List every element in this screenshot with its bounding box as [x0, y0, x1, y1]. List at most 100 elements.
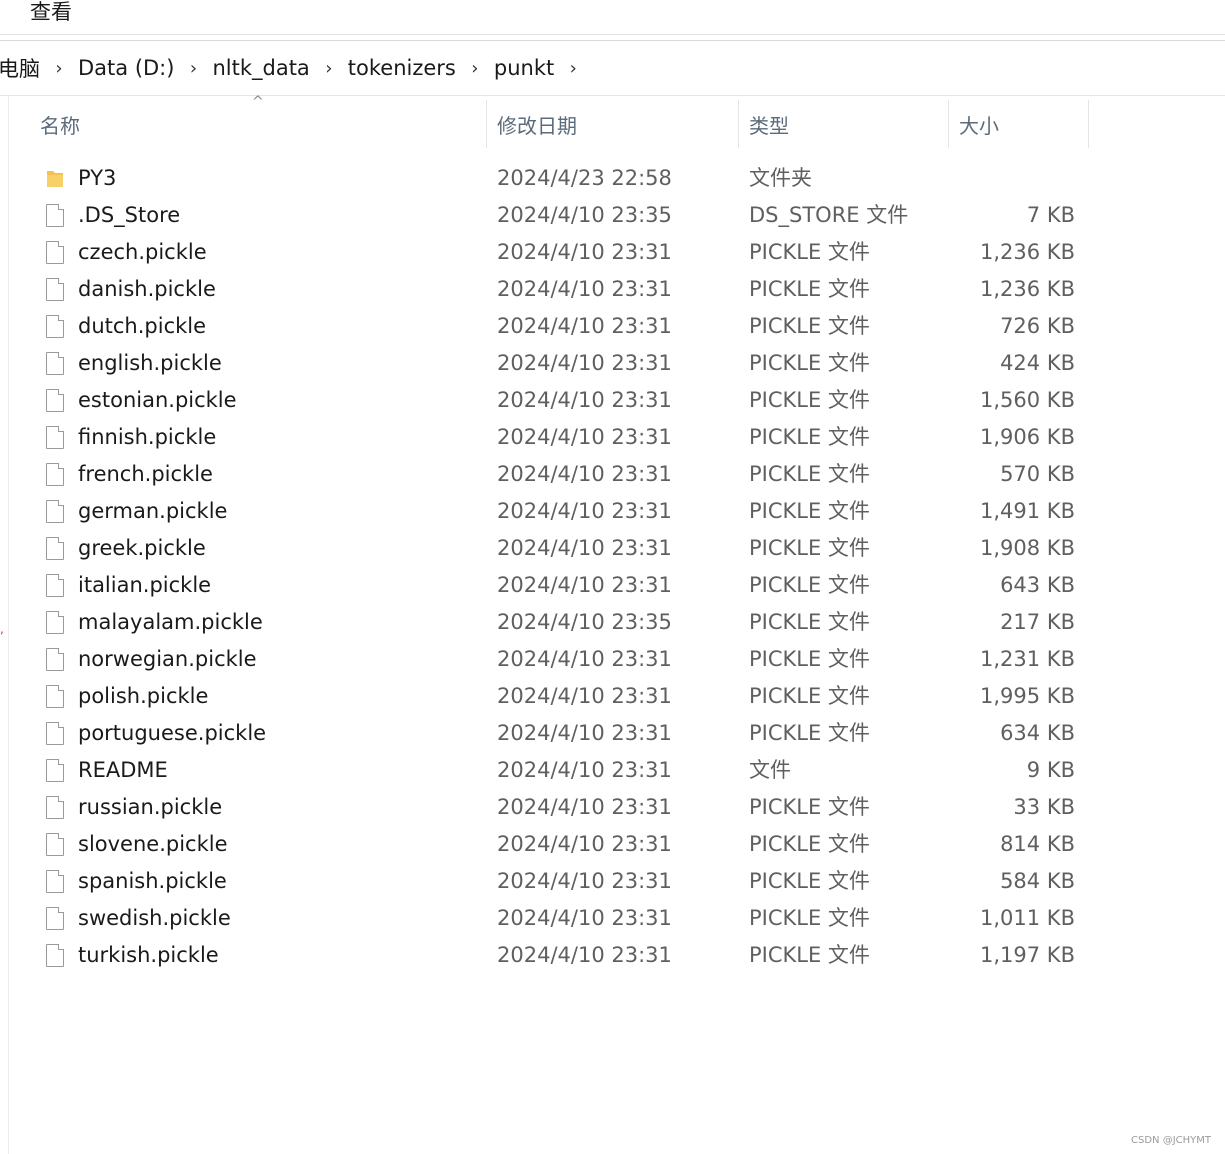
file-row[interactable]: malayalam.pickle 2024/4/10 23:35 PICKLE 文件… — [0, 604, 1090, 641]
breadcrumb-this-pc[interactable]: 电脑 — [0, 53, 44, 83]
file-row[interactable]: norwegian.pickle 2024/4/10 23:31 PICKLE 文件… — [0, 641, 1090, 678]
file-type: PICKLE 文件 — [749, 573, 870, 597]
file-size: 584 KB — [1000, 869, 1075, 893]
column-header-date-label: 修改日期 — [497, 113, 577, 138]
column-header-size-label: 大小 — [959, 113, 999, 138]
column-header-date[interactable]: 修改日期 — [497, 100, 737, 148]
file-row[interactable]: .DS_Store 2024/4/10 23:35 DS_STORE 文件 7 KB — [0, 197, 1090, 234]
file-size: 1,231 KB — [980, 647, 1075, 671]
chevron-right-icon[interactable]: › — [460, 58, 490, 79]
file-modified-date: 2024/4/10 23:31 — [497, 758, 672, 782]
file-row[interactable]: greek.pickle 2024/4/10 23:31 PICKLE 文件 1,90… — [0, 530, 1090, 567]
file-type: PICKLE 文件 — [749, 943, 870, 967]
file-name: turkish.pickle — [78, 943, 219, 967]
file-size: 1,197 KB — [980, 943, 1075, 967]
file-row[interactable]: spanish.pickle 2024/4/10 23:31 PICKLE 文件 58… — [0, 863, 1090, 900]
file-row[interactable]: english.pickle 2024/4/10 23:31 PICKLE 文件 42… — [0, 345, 1090, 382]
column-header-type[interactable]: 类型 — [749, 100, 947, 148]
chevron-right-icon[interactable]: › — [314, 58, 344, 79]
file-icon — [44, 197, 68, 234]
breadcrumb-data-drive[interactable]: Data (D:) — [74, 56, 178, 80]
column-header-size[interactable]: 大小 — [959, 100, 1087, 148]
file-modified-date: 2024/4/23 22:58 — [497, 166, 672, 190]
file-icon — [44, 493, 68, 530]
view-menu[interactable]: 查看 — [30, 0, 72, 26]
file-row[interactable]: polish.pickle 2024/4/10 23:31 PICKLE 文件 1,9… — [0, 678, 1090, 715]
file-size: 1,908 KB — [980, 536, 1075, 560]
file-name: italian.pickle — [78, 573, 212, 597]
file-modified-date: 2024/4/10 23:35 — [497, 203, 672, 227]
file-modified-date: 2024/4/10 23:31 — [497, 832, 672, 856]
file-icon — [44, 678, 68, 715]
file-name: estonian.pickle — [78, 388, 237, 412]
file-name: swedish.pickle — [78, 906, 231, 930]
column-resize-handle[interactable] — [486, 100, 487, 148]
chevron-right-icon[interactable]: › — [44, 58, 74, 79]
column-header-row: ^ 名称 修改日期 类型 大小 — [0, 94, 1225, 148]
file-row[interactable]: dutch.pickle 2024/4/10 23:31 PICKLE 文件 726 … — [0, 308, 1090, 345]
file-row[interactable]: czech.pickle 2024/4/10 23:31 PICKLE 文件 1,23… — [0, 234, 1090, 271]
file-icon — [44, 308, 68, 345]
column-header-type-label: 类型 — [749, 113, 789, 138]
file-row[interactable]: danish.pickle 2024/4/10 23:31 PICKLE 文件 1,2… — [0, 271, 1090, 308]
address-bar[interactable]: 电脑 › Data (D:) › nltk_data › tokenizers … — [0, 40, 1225, 96]
file-row[interactable]: PY3 2024/4/23 22:58 文件夹 — [0, 160, 1090, 197]
file-size: 814 KB — [1000, 832, 1075, 856]
file-type: PICKLE 文件 — [749, 647, 870, 671]
file-modified-date: 2024/4/10 23:31 — [497, 351, 672, 375]
file-type: PICKLE 文件 — [749, 869, 870, 893]
file-row[interactable]: portuguese.pickle 2024/4/10 23:31 PICKLE 文… — [0, 715, 1090, 752]
file-icon — [44, 937, 68, 974]
menu-divider — [0, 34, 1225, 35]
chevron-right-icon[interactable]: › — [558, 58, 588, 79]
file-name: danish.pickle — [78, 277, 216, 301]
folder-icon — [44, 160, 68, 197]
column-resize-handle[interactable] — [738, 100, 739, 148]
file-name: portuguese.pickle — [78, 721, 267, 745]
breadcrumb-nltk-data[interactable]: nltk_data — [208, 56, 313, 80]
column-resize-handle[interactable] — [1088, 100, 1089, 148]
file-type: PICKLE 文件 — [749, 906, 870, 930]
column-header-name[interactable]: 名称 — [40, 100, 485, 148]
file-icon — [44, 752, 68, 789]
file-name: french.pickle — [78, 462, 213, 486]
file-row[interactable]: russian.pickle 2024/4/10 23:31 PICKLE 文件 33… — [0, 789, 1090, 826]
menu-bar: 查看 — [0, 0, 1225, 32]
watermark: CSDN @JCHYMT — [1131, 1135, 1211, 1146]
file-modified-date: 2024/4/10 23:31 — [497, 869, 672, 893]
file-row[interactable]: german.pickle 2024/4/10 23:31 PICKLE 文件 1,4… — [0, 493, 1090, 530]
file-modified-date: 2024/4/10 23:31 — [497, 240, 672, 264]
file-type: DS_STORE 文件 — [749, 203, 909, 227]
file-name: slovene.pickle — [78, 832, 228, 856]
breadcrumb-tokenizers[interactable]: tokenizers — [344, 56, 460, 80]
file-name: czech.pickle — [78, 240, 207, 264]
file-row[interactable]: finnish.pickle 2024/4/10 23:31 PICKLE 文件 1,… — [0, 419, 1090, 456]
column-resize-handle[interactable] — [948, 100, 949, 148]
file-size: 33 KB — [1013, 795, 1075, 819]
breadcrumb-punkt[interactable]: punkt — [490, 56, 558, 80]
file-type: PICKLE 文件 — [749, 721, 870, 745]
file-row[interactable]: estonian.pickle 2024/4/10 23:31 PICKLE 文件 1… — [0, 382, 1090, 419]
file-modified-date: 2024/4/10 23:31 — [497, 943, 672, 967]
file-icon — [44, 271, 68, 308]
file-type: PICKLE 文件 — [749, 240, 870, 264]
file-name: english.pickle — [78, 351, 222, 375]
file-icon — [44, 382, 68, 419]
file-type: PICKLE 文件 — [749, 388, 870, 412]
file-row[interactable]: french.pickle 2024/4/10 23:31 PICKLE 文件 570… — [0, 456, 1090, 493]
file-row[interactable]: italian.pickle 2024/4/10 23:31 PICKLE 文件 64… — [0, 567, 1090, 604]
file-size: 1,995 KB — [980, 684, 1075, 708]
file-name: README — [78, 758, 168, 782]
file-modified-date: 2024/4/10 23:31 — [497, 425, 672, 449]
file-type: 文件 — [749, 758, 791, 782]
file-type: PICKLE 文件 — [749, 499, 870, 523]
file-row[interactable]: swedish.pickle 2024/4/10 23:31 PICKLE 文件 1,… — [0, 900, 1090, 937]
file-row[interactable]: turkish.pickle 2024/4/10 23:31 PICKLE 文件 1,… — [0, 937, 1090, 974]
file-list: PY3 2024/4/23 22:58 文件夹 .DS_Store 2024/4/10 … — [0, 160, 1225, 974]
chevron-right-icon[interactable]: › — [178, 58, 208, 79]
file-name: finnish.pickle — [78, 425, 217, 449]
file-modified-date: 2024/4/10 23:31 — [497, 388, 672, 412]
file-size: 7 KB — [1026, 203, 1075, 227]
file-row[interactable]: README 2024/4/10 23:31 文件 9 KB — [0, 752, 1090, 789]
file-row[interactable]: slovene.pickle 2024/4/10 23:31 PICKLE 文件 81… — [0, 826, 1090, 863]
